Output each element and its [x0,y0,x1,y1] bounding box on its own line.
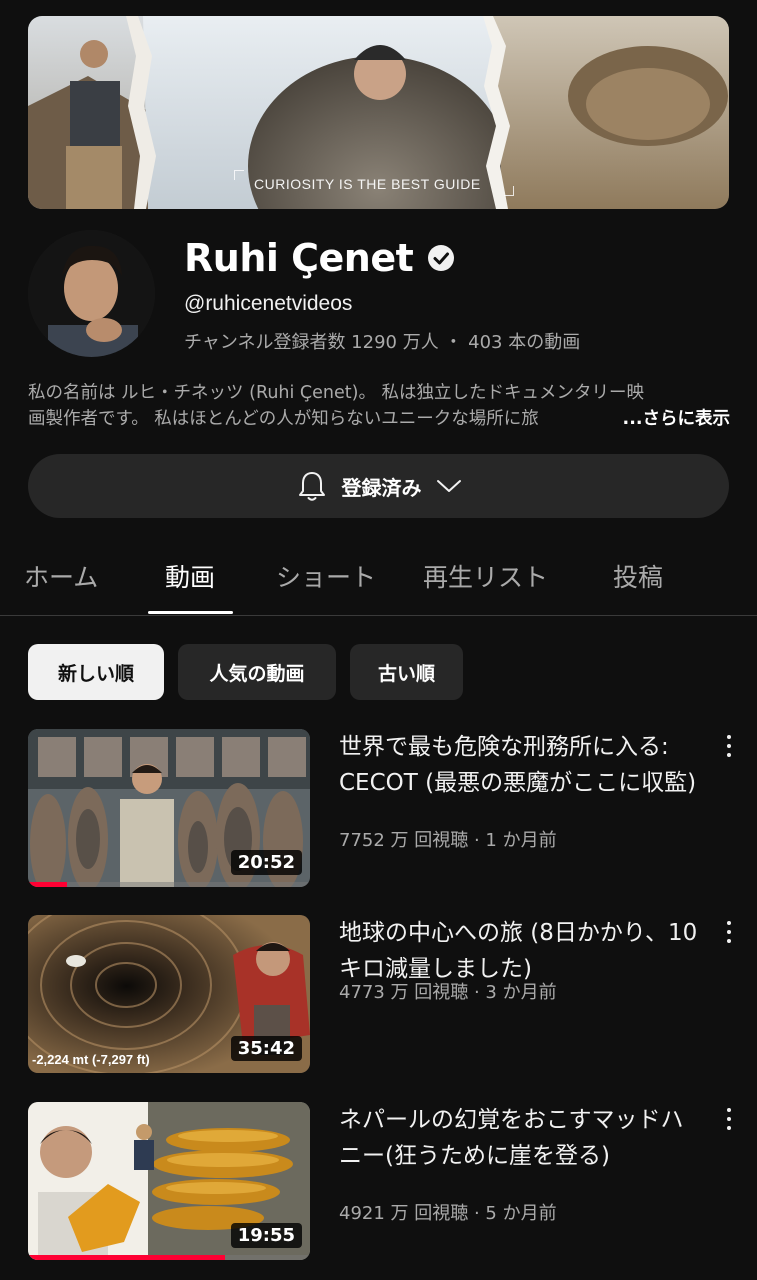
avatar-image [28,230,155,357]
description-line-1: 私の名前は ルヒ・チネッツ (Ruhi Çenet)。 私は独立したドキュメンタ… [28,383,645,403]
video-duration: 19:55 [230,1223,302,1248]
bell-icon [298,472,325,501]
video-duration: 20:52 [230,850,302,875]
tab-videos[interactable]: 動画 [165,558,215,594]
chip-popular[interactable]: 人気の動画 [178,644,336,700]
chip-oldest[interactable]: 古い順 [350,644,463,700]
video-item[interactable]: 20:52 世界で最も危険な刑務所に入る: CECOT (最悪の悪魔がここに収監… [28,729,738,889]
more-options-icon[interactable] [722,733,736,759]
video-title[interactable]: 世界で最も危険な刑務所に入る: CECOT (最悪の悪魔がここに収監) [339,729,704,801]
tagline-bracket-right [504,186,514,196]
channel-handle: @ruhicenetvideos [184,292,353,315]
subscribed-label: 登録済み [341,475,422,500]
thumbnail-depth-label: -2,224 mt (-7,297 ft) [32,1052,150,1067]
video-meta: 4921 万 回視聴 · 5 か月前 [339,1203,557,1224]
tab-home[interactable]: ホーム [24,558,98,594]
more-options-icon[interactable] [722,1106,736,1132]
tab-posts[interactable]: 投稿 [613,558,663,594]
channel-name: Ruhi Çenet [184,236,414,280]
watch-progress-bar [28,882,68,887]
verified-icon [428,245,455,271]
active-tab-indicator [148,611,233,614]
channel-description[interactable]: 私の名前は ルヒ・チネッツ (Ruhi Çenet)。 私は独立したドキュメンタ… [28,380,730,432]
video-item[interactable]: 19:55 ネパールの幻覚をおこすマッドハニー(狂うために崖を登る) 4921 … [28,1102,738,1262]
more-options-icon[interactable] [722,919,736,945]
video-item[interactable]: -2,224 mt (-7,297 ft) 35:42 地球の中心への旅 (8日… [28,915,738,1075]
tab-playlists[interactable]: 再生リスト [423,558,548,594]
video-thumbnail[interactable]: 20:52 [28,729,310,887]
watch-progress-track [28,882,310,887]
channel-stats: チャンネル登録者数 1290 万人 ・ 403 本の動画 [184,332,581,353]
banner-tagline: CURIOSITY IS THE BEST GUIDE [254,176,481,192]
video-meta: 4773 万 回視聴 · 3 か月前 [339,982,557,1003]
tab-shorts[interactable]: ショート [276,558,376,594]
description-line-2: 画製作者です。 私はほとんどの人が知らないユニークな場所に旅 ...さらに表示 [28,406,730,432]
channel-avatar[interactable] [28,230,155,357]
subscribed-button[interactable]: 登録済み [28,454,729,518]
video-title[interactable]: ネパールの幻覚をおこすマッドハニー(狂うために崖を登る) [339,1102,704,1174]
chip-newest[interactable]: 新しい順 [28,644,164,700]
show-more-link[interactable]: ...さらに表示 [598,406,730,432]
channel-banner: CURIOSITY IS THE BEST GUIDE [28,16,729,209]
chevron-down-icon [436,480,461,492]
channel-tabs: ホーム 動画 ショート 再生リスト 投稿 [0,548,757,616]
video-thumbnail[interactable]: 19:55 [28,1102,310,1260]
video-duration: 35:42 [230,1036,302,1061]
channel-name-row: Ruhi Çenet [184,236,455,280]
video-title[interactable]: 地球の中心への旅 (8日かかり、10 キロ減量しました) [339,915,704,987]
tagline-bracket-left [234,170,244,180]
description-line-2-text: 画製作者です。 私はほとんどの人が知らないユニークな場所に旅 [28,409,539,429]
video-meta: 7752 万 回視聴 · 1 か月前 [339,830,557,851]
video-thumbnail[interactable]: -2,224 mt (-7,297 ft) 35:42 [28,915,310,1073]
watch-progress-bar [28,1255,226,1260]
